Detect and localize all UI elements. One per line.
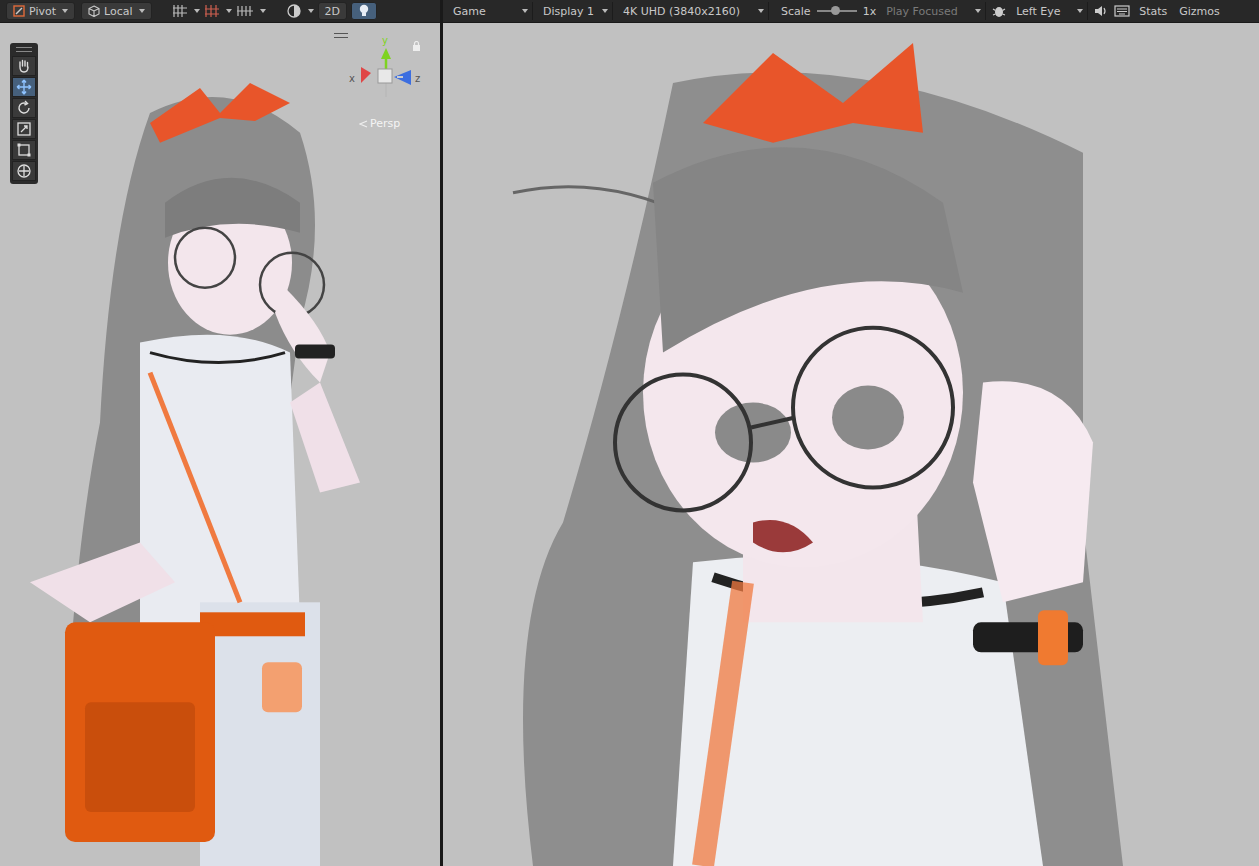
axes-icon: [349, 45, 419, 107]
transform-icon: [16, 163, 32, 179]
caret-icon: [308, 9, 314, 13]
cube-icon: [88, 5, 100, 17]
keyboard-icon[interactable]: [1114, 5, 1130, 17]
caret-icon: [139, 9, 145, 13]
rect-icon: [16, 142, 32, 158]
speaker-icon[interactable]: [1094, 5, 1108, 17]
tool-button[interactable]: [12, 161, 36, 181]
character-render: [443, 23, 1259, 866]
caret-icon: [62, 9, 68, 13]
snap-icon[interactable]: [204, 4, 220, 18]
increment-snap-icon[interactable]: [236, 4, 254, 18]
eye-dropdown[interactable]: Left Eye: [1012, 2, 1088, 20]
unity-editor: Pivot Local 2D y x z Persp Game Display …: [0, 0, 1259, 866]
tools-panel: [10, 43, 38, 184]
scale-slider[interactable]: [817, 10, 857, 12]
caret-icon: [602, 9, 608, 13]
overlay-handle-icon[interactable]: [334, 33, 348, 38]
game-toolbar: Game Display 1 4K UHD (3840x2160) Scale …: [443, 0, 1259, 23]
pivot-icon: [13, 5, 25, 17]
perspective-icon: [359, 120, 368, 128]
tool-button[interactable]: [12, 98, 36, 118]
caret-icon: [758, 9, 764, 13]
tool-button[interactable]: [12, 77, 36, 97]
pivot-dropdown[interactable]: Pivot: [6, 2, 75, 20]
grip-icon[interactable]: [16, 47, 32, 52]
caret-icon: [522, 9, 528, 13]
axis-label: z: [415, 73, 420, 84]
axis-label: y: [382, 35, 388, 46]
tool-button[interactable]: [12, 56, 36, 76]
light-bulb-icon: [358, 4, 370, 18]
grid-icon[interactable]: [172, 4, 188, 18]
scale-icon: [16, 121, 32, 137]
scale-control: Scale 1x: [781, 5, 876, 18]
display-dropdown[interactable]: Display 1: [539, 2, 613, 20]
tool-button[interactable]: [12, 119, 36, 139]
hand-icon: [16, 58, 32, 74]
tool-button[interactable]: [12, 140, 36, 160]
caret-icon: [226, 9, 232, 13]
game-viewport: [443, 23, 1259, 866]
caret-icon: [1077, 9, 1083, 13]
lighting-toggle[interactable]: [351, 2, 377, 20]
axis-label: x: [349, 73, 355, 84]
bug-icon[interactable]: [992, 4, 1006, 18]
gizmos-button[interactable]: Gizmos: [1176, 5, 1223, 18]
stats-button[interactable]: Stats: [1136, 5, 1170, 18]
snap-group: [172, 4, 266, 18]
shading-icon[interactable]: [286, 3, 302, 19]
2d-toggle[interactable]: 2D: [318, 2, 347, 20]
slider-thumb[interactable]: [831, 6, 840, 15]
projection-label[interactable]: Persp: [359, 117, 400, 130]
caret-icon: [975, 9, 981, 13]
scene-toolbar: Pivot Local 2D: [0, 0, 440, 23]
caret-icon: [260, 9, 266, 13]
view-options: 2D: [286, 2, 377, 20]
scene-pane: Pivot Local 2D y x z Persp: [0, 0, 440, 866]
character-render: [0, 23, 440, 866]
game-pane: Game Display 1 4K UHD (3840x2160) Scale …: [443, 0, 1259, 866]
scene-viewport[interactable]: y x z Persp: [0, 23, 440, 866]
resolution-dropdown[interactable]: 4K UHD (3840x2160): [619, 2, 769, 20]
view-dropdown[interactable]: Game: [449, 2, 533, 20]
space-dropdown[interactable]: Local: [81, 2, 152, 20]
play-mode-dropdown[interactable]: Play Focused: [882, 2, 986, 20]
orientation-gizmo[interactable]: y x z Persp: [345, 35, 425, 135]
lock-icon[interactable]: [412, 41, 421, 51]
rotate-icon: [16, 100, 32, 116]
move-icon: [16, 79, 32, 95]
caret-icon: [194, 9, 200, 13]
